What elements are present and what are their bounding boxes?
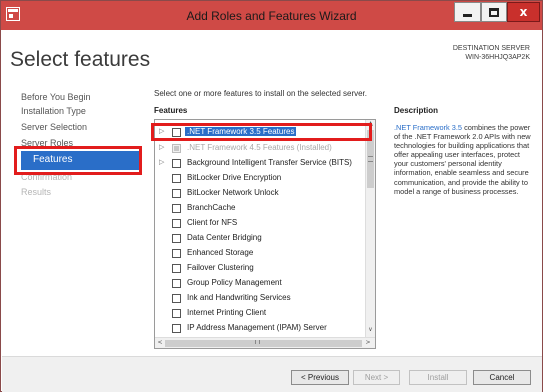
feature-item-internet-printing[interactable]: Internet Printing Client — [156, 306, 362, 321]
instructions-text: Select one or more features to install o… — [154, 89, 368, 98]
scroll-left-icon[interactable]: < — [155, 339, 165, 348]
feature-checkbox[interactable] — [172, 189, 181, 198]
feature-label: Group Policy Management — [187, 278, 282, 287]
feature-checkbox[interactable] — [172, 219, 181, 228]
nav-highlight-box — [14, 146, 142, 175]
feature-label: Background Intelligent Transfer Service … — [187, 158, 352, 167]
feature-checkbox[interactable] — [172, 324, 181, 333]
feature-description: .NET Framework 3.5 combines the power of… — [394, 123, 536, 196]
scroll-grip-icon — [255, 340, 260, 344]
feature-item-client-nfs[interactable]: Client for NFS — [156, 216, 362, 231]
minimize-button[interactable] — [454, 2, 481, 22]
wizard-window: Add Roles and Features Wizard x Select f… — [0, 0, 543, 392]
feature-label: IP Address Management (IPAM) Server — [187, 323, 327, 332]
expand-arrow-icon[interactable]: ▷ — [159, 143, 164, 151]
feature-item-ipam[interactable]: IP Address Management (IPAM) Server — [156, 321, 362, 336]
feature-label: BitLocker Network Unlock — [187, 188, 279, 197]
maximize-button[interactable] — [481, 2, 507, 22]
feature-checkbox[interactable] — [172, 159, 181, 168]
feature-label: BranchCache — [187, 203, 236, 212]
feature-item-bits[interactable]: ▷ Background Intelligent Transfer Servic… — [156, 156, 362, 171]
features-list[interactable]: ▷ .NET Framework 3.5 Features ▷ .NET Fra… — [154, 119, 376, 349]
horizontal-scrollbar[interactable]: < > — [155, 337, 375, 348]
description-header: Description — [394, 106, 439, 115]
description-text: combines the power of the .NET Framework… — [394, 123, 531, 196]
feature-checkbox[interactable] — [172, 174, 181, 183]
feature-label: BitLocker Drive Encryption — [187, 173, 282, 182]
feature-label: .NET Framework 4.5 Features (Installed) — [187, 143, 332, 152]
feature-highlight-box — [151, 123, 372, 141]
nav-item-results: Results — [21, 187, 52, 197]
scroll-down-icon[interactable]: ∨ — [366, 326, 375, 336]
destination-server-info: DESTINATION SERVER WIN-36HHJQ3AP2K — [453, 44, 530, 62]
feature-checkbox[interactable] — [172, 249, 181, 258]
feature-item-enhanced-storage[interactable]: Enhanced Storage — [156, 246, 362, 261]
feature-label: Failover Clustering — [187, 263, 254, 272]
feature-item-ink-handwriting[interactable]: Ink and Handwriting Services — [156, 291, 362, 306]
previous-button[interactable]: < Previous — [291, 370, 349, 385]
feature-checkbox[interactable] — [172, 234, 181, 243]
install-button: Install — [409, 370, 467, 385]
next-button: Next > — [353, 370, 400, 385]
feature-label: Enhanced Storage — [187, 248, 254, 257]
feature-item-group-policy[interactable]: Group Policy Management — [156, 276, 362, 291]
expand-arrow-icon[interactable]: ▷ — [159, 158, 164, 166]
description-link[interactable]: .NET Framework 3.5 — [394, 123, 462, 132]
title-bar[interactable]: Add Roles and Features Wizard x — [1, 1, 542, 30]
feature-item-net45[interactable]: ▷ .NET Framework 4.5 Features (Installed… — [156, 141, 362, 156]
scroll-grip-icon — [368, 156, 373, 162]
destination-server-name: WIN-36HHJQ3AP2K — [465, 54, 530, 61]
feature-item-data-center-bridging[interactable]: Data Center Bridging — [156, 231, 362, 246]
feature-item-bitlocker-network[interactable]: BitLocker Network Unlock — [156, 186, 362, 201]
feature-checkbox[interactable] — [172, 264, 181, 273]
feature-label: Ink and Handwriting Services — [187, 293, 291, 302]
page-title: Select features — [10, 48, 151, 71]
feature-checkbox[interactable] — [172, 204, 181, 213]
scroll-right-icon[interactable]: > — [363, 339, 373, 348]
feature-item-failover-clustering[interactable]: Failover Clustering — [156, 261, 362, 276]
feature-item-bitlocker-drive[interactable]: BitLocker Drive Encryption — [156, 171, 362, 186]
feature-label: Data Center Bridging — [187, 233, 262, 242]
features-header: Features — [154, 106, 188, 115]
destination-server-label: DESTINATION SERVER — [452, 45, 530, 52]
close-icon: x — [519, 5, 528, 19]
feature-checkbox — [172, 144, 181, 153]
feature-label: Client for NFS — [187, 218, 238, 227]
nav-item-before-you-begin[interactable]: Before You Begin — [21, 92, 91, 102]
wizard-footer: < Previous Next > Install Cancel — [2, 356, 542, 392]
feature-checkbox[interactable] — [172, 294, 181, 303]
minimize-icon — [463, 13, 472, 17]
maximize-icon — [489, 7, 499, 17]
feature-label: Internet Printing Client — [187, 308, 267, 317]
page-header: Select features DESTINATION SERVER WIN-3… — [2, 30, 542, 78]
nav-item-installation-type[interactable]: Installation Type — [21, 106, 86, 116]
close-button[interactable]: x — [507, 2, 540, 22]
feature-checkbox[interactable] — [172, 279, 181, 288]
horizontal-scroll-thumb[interactable] — [165, 340, 362, 347]
feature-item-branchcache[interactable]: BranchCache — [156, 201, 362, 216]
feature-checkbox[interactable] — [172, 309, 181, 318]
vertical-scrollbar[interactable]: ▲ ∨ — [365, 120, 375, 338]
nav-item-server-selection[interactable]: Server Selection — [21, 122, 87, 132]
cancel-button[interactable]: Cancel — [473, 370, 531, 385]
